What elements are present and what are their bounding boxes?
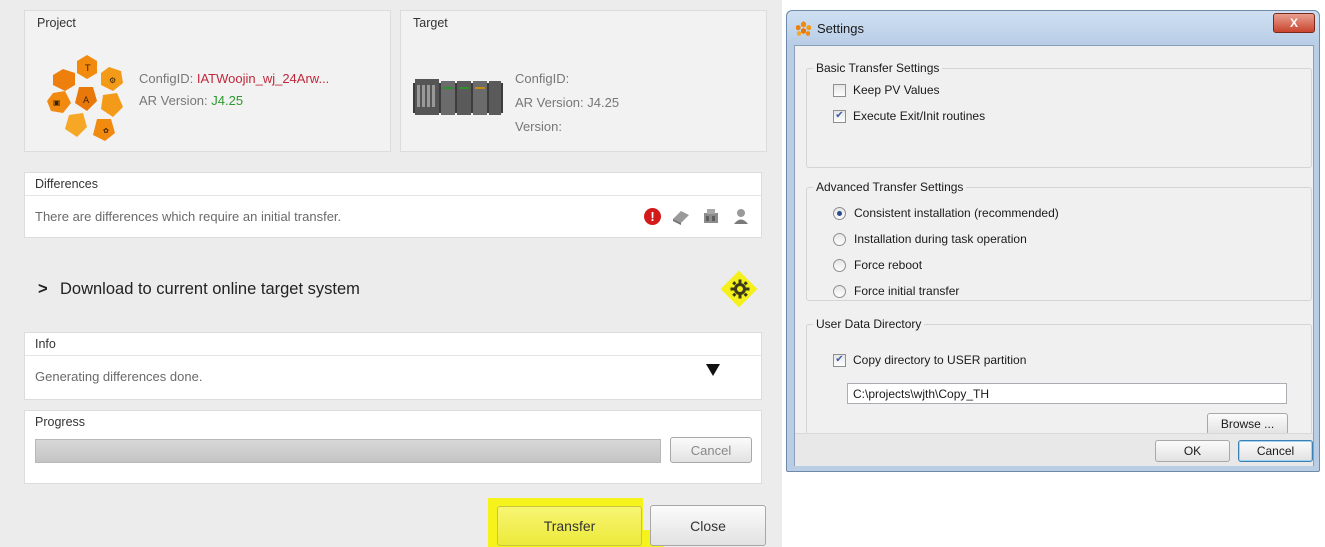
project-config-label: ConfigID: <box>139 71 194 86</box>
advanced-transfer-settings: Advanced Transfer Settings Consistent in… <box>806 180 1312 301</box>
differences-divider <box>25 195 761 196</box>
info-divider <box>25 355 761 356</box>
project-config-row: ConfigID: IATWoojin_wj_24Arw... <box>139 71 329 86</box>
consistent-installation-label: Consistent installation (recommended) <box>854 206 1059 220</box>
force-initial-transfer-label: Force initial transfer <box>854 284 960 298</box>
advanced-transfer-title: Advanced Transfer Settings <box>813 180 967 194</box>
ok-button[interactable]: OK <box>1155 440 1230 462</box>
hardware-icon[interactable] <box>701 207 721 225</box>
transfer-window: Project T ⚙ A ▣ ✿ ConfigID: IATWoojin_wj… <box>0 0 782 547</box>
keep-pv-values-label: Keep PV Values <box>853 83 940 97</box>
basic-transfer-title: Basic Transfer Settings <box>813 61 943 75</box>
project-automation-studio-icon: T ⚙ A ▣ ✿ <box>47 55 123 141</box>
copy-directory-checkbox[interactable]: ✔ <box>833 353 846 367</box>
cancel-progress-button[interactable]: Cancel <box>670 437 752 463</box>
svg-text:✿: ✿ <box>103 127 109 135</box>
svg-text:A: A <box>83 96 90 106</box>
target-ar-row: AR Version: J4.25 <box>515 95 619 110</box>
keep-pv-values-option[interactable]: Keep PV Values <box>833 83 940 97</box>
force-reboot-option[interactable]: Force reboot <box>833 258 922 272</box>
app-logo-icon <box>796 21 811 36</box>
consistent-installation-option[interactable]: Consistent installation (recommended) <box>833 206 1059 220</box>
svg-text:T: T <box>84 64 91 74</box>
force-reboot-label: Force reboot <box>854 258 923 272</box>
user-data-title: User Data Directory <box>813 317 925 331</box>
error-icon: ! <box>644 207 661 225</box>
project-title: Project <box>37 16 76 30</box>
keep-pv-values-checkbox[interactable] <box>833 83 846 97</box>
project-ar-label: AR Version: <box>139 93 208 108</box>
progress-panel: Progress Cancel <box>24 410 762 484</box>
settings-title: Settings <box>817 21 864 36</box>
close-button[interactable]: Close <box>650 505 766 546</box>
plc-hardware-icon <box>413 79 503 115</box>
basic-transfer-settings: Basic Transfer Settings Keep PV Values ✔… <box>806 61 1312 168</box>
expand-info-icon[interactable] <box>706 364 720 376</box>
execute-exit-init-label: Execute Exit/Init routines <box>853 109 986 123</box>
target-config-label: ConfigID: <box>515 71 570 86</box>
differences-title: Differences <box>35 177 98 191</box>
installation-task-operation-radio[interactable] <box>833 232 846 246</box>
target-version-row: Version: <box>515 119 562 134</box>
project-ar-value: J4.25 <box>211 93 244 108</box>
installation-task-operation-option[interactable]: Installation during task operation <box>833 232 1027 246</box>
copy-directory-label: Copy directory to USER partition <box>853 353 1027 367</box>
project-group: Project T ⚙ A ▣ ✿ ConfigID: IATWoojin_wj… <box>24 10 391 152</box>
force-reboot-radio[interactable] <box>833 258 846 272</box>
cancel-button[interactable]: Cancel <box>1238 440 1313 462</box>
settings-body: Basic Transfer Settings Keep PV Values ✔… <box>794 45 1314 466</box>
user-directory-path-input[interactable] <box>847 383 1287 404</box>
info-panel: Info Generating differences done. <box>24 332 762 400</box>
settings-dialog: Settings X Basic Transfer Settings Keep … <box>786 10 1320 472</box>
force-initial-transfer-radio[interactable] <box>833 284 846 298</box>
execute-exit-init-option[interactable]: ✔ Execute Exit/Init routines <box>833 109 985 123</box>
installation-task-operation-label: Installation during task operation <box>854 232 1027 246</box>
gear-icon[interactable] <box>730 279 750 299</box>
svg-text:▣: ▣ <box>53 98 61 107</box>
differences-icons: ! <box>644 207 751 225</box>
close-icon[interactable]: X <box>1273 13 1315 33</box>
force-initial-transfer-option[interactable]: Force initial transfer <box>833 284 959 298</box>
consistent-installation-radio[interactable] <box>833 206 846 220</box>
info-title: Info <box>35 337 56 351</box>
expand-chevron-icon[interactable]: > <box>38 280 60 299</box>
target-ar-label: AR Version: <box>515 95 584 110</box>
svg-text:⚙: ⚙ <box>109 76 116 85</box>
settings-footer: OK Cancel <box>795 433 1313 466</box>
radio-selected-dot <box>837 210 842 216</box>
differences-panel: Differences There are differences which … <box>24 172 762 238</box>
project-config-value: IATWoojin_wj_24Arw... <box>196 71 330 86</box>
module-icon[interactable] <box>671 207 691 225</box>
target-ar-value: J4.25 <box>587 95 620 110</box>
settings-title-bar[interactable]: Settings X <box>787 11 1319 45</box>
target-title: Target <box>413 16 448 30</box>
progress-title: Progress <box>35 415 86 429</box>
execute-exit-init-checkbox[interactable]: ✔ <box>833 109 846 123</box>
copy-directory-option[interactable]: ✔ Copy directory to USER partition <box>833 353 1026 367</box>
transfer-button[interactable]: Transfer <box>497 506 642 546</box>
browse-button[interactable]: Browse ... <box>1207 413 1288 435</box>
target-version-label: Version: <box>515 119 562 134</box>
user-icon[interactable] <box>731 207 751 225</box>
download-target-row[interactable]: > Download to current online target syste… <box>38 280 360 299</box>
target-config-row: ConfigID: <box>515 71 569 86</box>
download-target-label[interactable]: Download to current online target system <box>60 280 360 298</box>
progress-bar <box>35 439 661 463</box>
info-message: Generating differences done. <box>35 369 203 384</box>
target-group: Target ConfigID: AR Version: J4.25 Versi… <box>400 10 767 152</box>
project-ar-row: AR Version: J4.25 <box>139 93 243 108</box>
differences-message: There are differences which require an i… <box>35 209 342 224</box>
